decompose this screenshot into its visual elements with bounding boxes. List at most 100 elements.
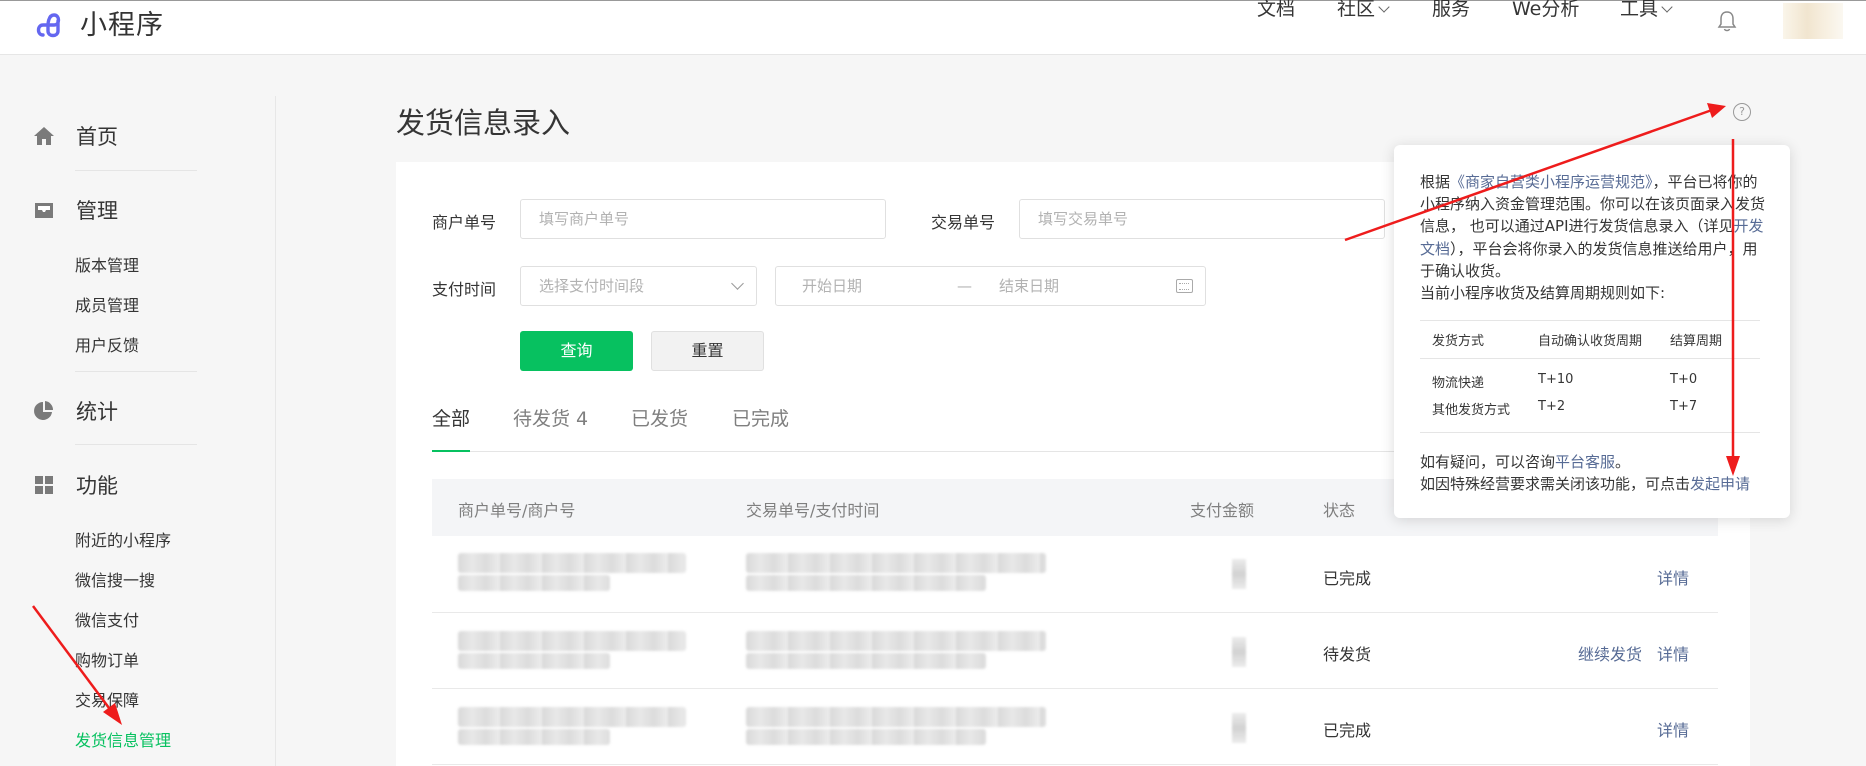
redacted-merchant-id [458,653,610,669]
sidebar-group-features[interactable]: 功能 [32,470,118,500]
divider [1420,358,1760,359]
pay-time-select[interactable]: 选择支付时间段 [520,266,757,306]
table-cell: T+0 [1670,372,1698,387]
bell-icon[interactable] [1717,10,1737,32]
trade-no-label: 交易单号 [931,213,996,232]
sidebar-item-wechat-search[interactable]: 微信搜一搜 [75,567,155,591]
column-header: 发货方式 [1432,334,1485,349]
status-text: 已完成 [1323,569,1372,588]
sidebar-group-label: 首页 [76,125,118,149]
status-text: 已完成 [1323,721,1372,740]
column-header: 结算周期 [1670,334,1723,349]
divider [75,170,197,171]
help-icon[interactable]: ? [1733,103,1751,121]
table-row: 已完成 详情 [432,537,1718,613]
sidebar-group-manage[interactable]: 管理 [32,195,118,225]
redacted-pay-time [746,653,986,669]
nav-tools[interactable]: 工具 [1620,0,1673,21]
sidebar-group-label: 管理 [76,199,118,223]
redacted-pay-time [746,729,986,745]
customer-service-link[interactable]: 平台客服 [1555,453,1615,471]
redacted-merchant-id [458,729,610,745]
table-cell: T+2 [1538,399,1566,414]
help-popover: 根据《商家自营类小程序运营规范》，平台已将你的小程序纳入资金管理范围。你可以在该… [1394,145,1790,518]
nav-docs[interactable]: 文档 [1257,0,1295,21]
tab-completed[interactable]: 已完成 [732,404,789,431]
detail-link[interactable]: 详情 [1657,717,1689,741]
start-date-input[interactable]: 开始日期 [802,277,862,295]
table-row: 待发货 继续发货 详情 [432,613,1718,689]
divider [75,371,197,372]
pay-time-label: 支付时间 [432,280,497,299]
sidebar-group-home[interactable]: 首页 [32,121,118,151]
operation-rules-link[interactable]: 《商家自营类小程序运营规范》 [1450,173,1653,191]
table-row: 已完成 详情 [432,689,1718,765]
pie-chart-icon [34,401,54,420]
table-cell: 其他发货方式 [1432,403,1511,418]
redacted-merchant-no [458,553,686,573]
table-cell: T+10 [1538,372,1574,387]
column-header: 自动确认收货周期 [1538,334,1643,349]
sidebar-item-nearby[interactable]: 附近的小程序 [75,527,171,551]
redacted-amount [1232,637,1246,667]
popover-footer-contact: 如有疑问，可以咨询平台客服。 [1420,453,1631,471]
redacted-trade-no [746,553,1046,573]
avatar[interactable] [1783,3,1843,39]
detail-link[interactable]: 详情 [1657,565,1689,589]
nav-we-analytics[interactable]: We分析 [1512,0,1579,21]
trade-no-input[interactable]: 填写交易单号 [1019,199,1385,239]
redacted-merchant-no [458,707,686,727]
nav-community[interactable]: 社区 [1337,0,1390,21]
pay-time-select-value: 选择支付时间段 [539,277,645,295]
sidebar-item-user-feedback[interactable]: 用户反馈 [75,332,139,356]
sidebar-group-label: 功能 [76,474,118,498]
tab-shipped[interactable]: 已发货 [631,404,688,431]
column-header: 商户单号/商户号 [458,501,576,520]
reset-button[interactable]: 重置 [651,331,764,371]
popover-intro: 根据《商家自营类小程序运营规范》，平台已将你的小程序纳入资金管理范围。你可以在该… [1420,173,1766,303]
grid-icon [35,476,53,494]
chevron-down-icon [731,277,744,290]
home-icon [34,127,54,145]
column-header: 交易单号/支付时间 [746,501,880,520]
annotation-arrowhead [1707,103,1726,118]
column-header: 支付金额 [1190,501,1255,520]
sidebar-item-version-manage[interactable]: 版本管理 [75,252,139,276]
calendar-icon [1176,279,1193,293]
sidebar-item-member-manage[interactable]: 成员管理 [75,292,139,316]
top-bar: 小程序 文档 社区 服务 We分析 工具 [0,0,1866,54]
popover-footer-apply: 如因特殊经营要求需关闭该功能，可点击发起申请 [1420,475,1751,493]
detail-link[interactable]: 详情 [1657,641,1689,665]
sidebar-item-shipping-info[interactable]: 发货信息管理 [75,727,171,751]
sidebar-group-label: 统计 [76,400,118,424]
query-button[interactable]: 查询 [520,331,633,371]
continue-shipping-link[interactable]: 继续发货 [1578,641,1642,665]
redacted-trade-no [746,631,1046,651]
logo[interactable]: 小程序 [34,3,164,42]
mini-program-logo-icon [36,12,61,37]
redacted-merchant-no [458,631,686,651]
date-range-picker[interactable]: 开始日期 — 结束日期 [775,266,1206,306]
merchant-no-input[interactable]: 填写商户单号 [520,199,886,239]
nav-services[interactable]: 服务 [1432,0,1470,21]
sidebar-group-stats[interactable]: 统计 [32,396,118,426]
active-tab-indicator [432,450,470,452]
table-cell: 物流快递 [1432,376,1485,391]
apply-link[interactable]: 发起申请 [1690,475,1750,493]
sidebar-item-wechat-pay[interactable]: 微信支付 [75,607,139,631]
date-separator: — [957,277,972,295]
redacted-amount [1232,713,1246,743]
rule-line: 当前小程序收货及结算周期规则如下: [1420,284,1666,303]
divider [75,444,197,445]
sidebar-item-shopping-orders[interactable]: 购物订单 [75,647,139,671]
chevron-down-icon [1661,0,1673,13]
chevron-down-icon [1378,0,1390,13]
app-name: 小程序 [80,10,164,41]
tab-all[interactable]: 全部 [432,404,470,431]
tab-pending[interactable]: 待发货 4 [513,404,588,431]
merchant-no-label: 商户单号 [432,213,497,232]
column-header: 状态 [1323,501,1356,520]
redacted-trade-no [746,707,1046,727]
sidebar-item-trade-guarantee[interactable]: 交易保障 [75,687,139,711]
end-date-input[interactable]: 结束日期 [999,267,1059,305]
